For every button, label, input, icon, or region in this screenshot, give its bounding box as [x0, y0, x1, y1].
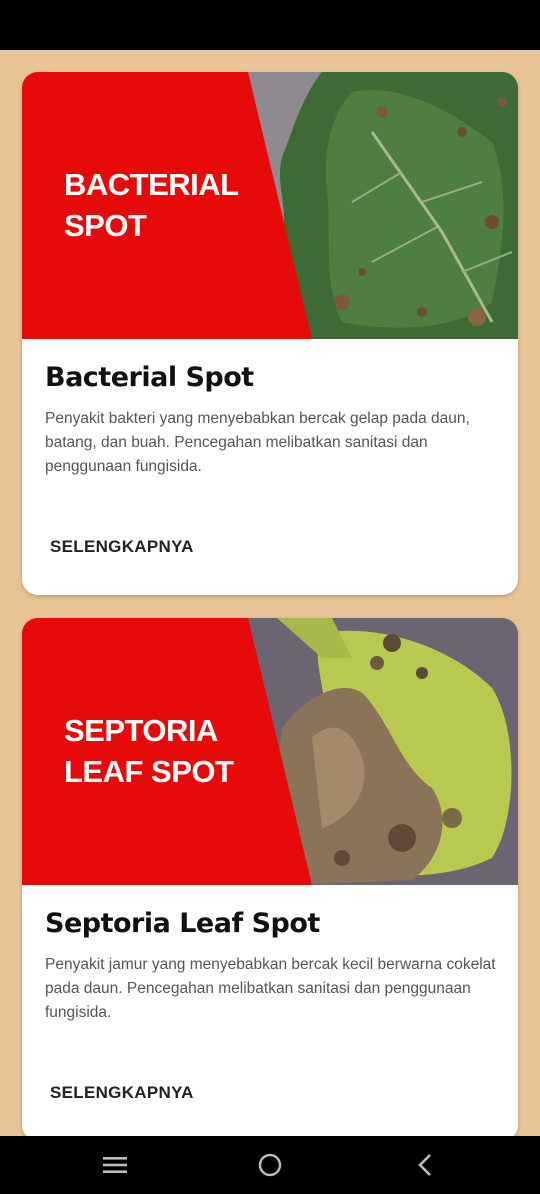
card-banner: BACTERIAL SPOT: [22, 72, 518, 339]
card-description: Penyakit bakteri yang menyebabkan bercak…: [45, 410, 470, 475]
card-banner: SEPTORIA LEAF SPOT: [22, 618, 518, 885]
banner-title-line: LEAF SPOT: [64, 754, 234, 789]
banner-title: SEPTORIA LEAF SPOT: [64, 710, 234, 792]
recent-apps-icon[interactable]: [100, 1152, 130, 1178]
card-title: Septoria Leaf Spot: [45, 908, 320, 939]
read-more-button[interactable]: SELENGKAPNYA: [50, 1083, 194, 1103]
disease-card-bacterial-spot[interactable]: BACTERIAL SPOT Bacterial Spot Penyakit b…: [22, 72, 518, 595]
banner-title-line: SPOT: [64, 208, 147, 243]
read-more-button[interactable]: SELENGKAPNYA: [50, 537, 194, 557]
home-icon[interactable]: [255, 1152, 285, 1178]
disease-card-septoria-leaf-spot[interactable]: SEPTORIA LEAF SPOT Septoria Leaf Spot Pe…: [22, 618, 518, 1136]
banner-title-line: SEPTORIA: [64, 713, 218, 748]
back-icon[interactable]: [411, 1152, 441, 1178]
status-bar: [0, 0, 540, 50]
disease-list[interactable]: BACTERIAL SPOT Bacterial Spot Penyakit b…: [0, 50, 540, 1136]
card-title: Bacterial Spot: [45, 362, 254, 393]
banner-title: BACTERIAL SPOT: [64, 164, 239, 246]
navigation-bar: [0, 1136, 540, 1194]
card-description: Penyakit jamur yang menyebabkan bercak k…: [45, 956, 496, 1021]
banner-title-line: BACTERIAL: [64, 167, 239, 202]
